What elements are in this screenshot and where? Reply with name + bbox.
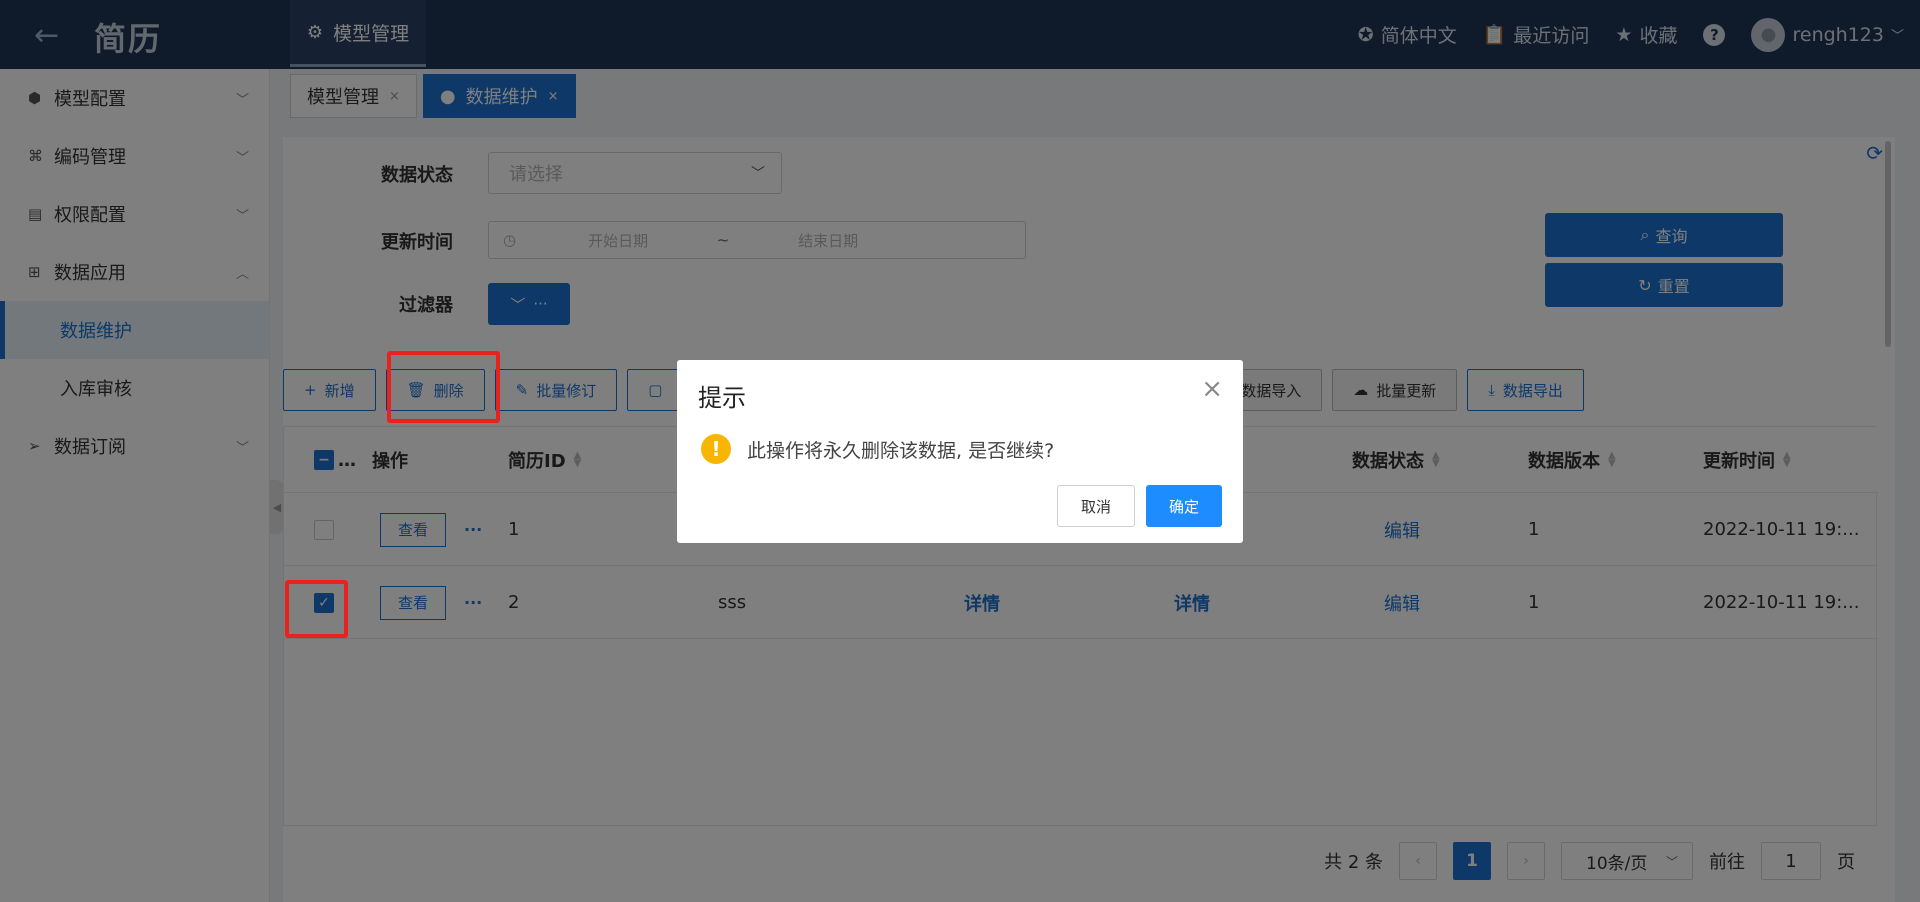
warning-icon: !	[701, 434, 731, 464]
highlight-delete-button	[387, 351, 500, 423]
highlight-row-checkbox	[285, 580, 348, 638]
close-icon[interactable]: ×	[1201, 376, 1223, 402]
dialog-title: 提示	[698, 384, 746, 412]
dialog-message: 此操作将永久删除该数据, 是否继续?	[747, 440, 1055, 462]
cancel-button[interactable]: 取消	[1057, 485, 1135, 527]
confirm-dialog: 提示 × ! 此操作将永久删除该数据, 是否继续? 取消 确定	[677, 360, 1243, 543]
confirm-button[interactable]: 确定	[1146, 485, 1222, 527]
app-root: ← 简历 ⚙ 模型管理 ✪ 简体中文 📋 最近访问 ★ 收藏 ? ● rengh…	[0, 0, 1920, 902]
